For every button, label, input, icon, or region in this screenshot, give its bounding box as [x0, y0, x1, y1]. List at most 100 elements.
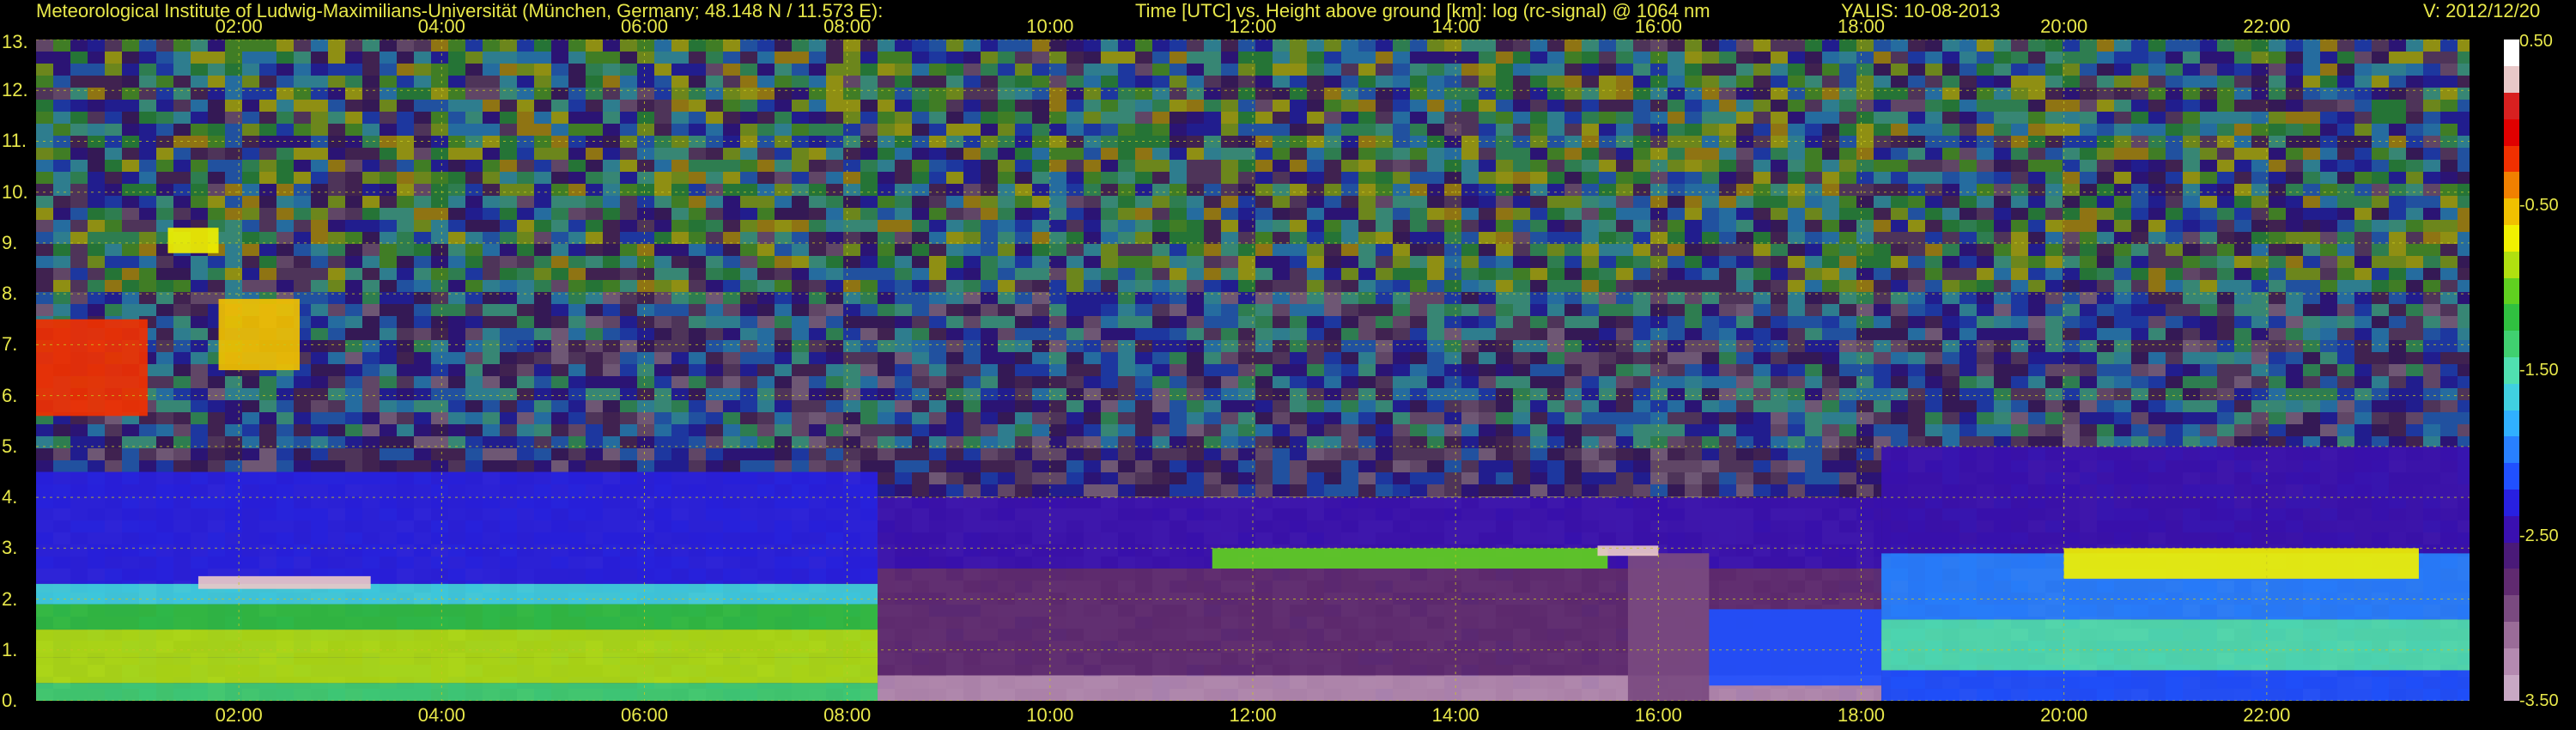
noise-cell — [981, 160, 998, 172]
noise-cell — [1273, 100, 1290, 112]
noise-cell — [122, 460, 139, 472]
noise-cell — [568, 184, 586, 196]
noise-cell — [1255, 76, 1273, 88]
noise-cell — [242, 160, 259, 172]
noise-cell — [1341, 40, 1358, 52]
noise-cell — [122, 40, 139, 52]
noise-cell — [1393, 124, 1410, 136]
noise-cell — [843, 124, 860, 136]
noise-cell — [53, 232, 70, 244]
noise-cell — [1496, 424, 1513, 436]
noise-cell — [70, 52, 88, 64]
noise-cell — [843, 244, 860, 256]
noise-cell — [1324, 256, 1341, 268]
noise-cell — [70, 148, 88, 160]
noise-cell — [1084, 484, 1101, 496]
noise-cell — [895, 484, 912, 496]
noise-cell — [757, 76, 775, 88]
noise-cell — [1255, 136, 1273, 148]
noise-cell — [1479, 232, 1496, 244]
noise-cell — [1582, 220, 1599, 232]
noise-cell — [345, 100, 362, 112]
noise-cell — [1358, 52, 1376, 64]
noise-cell — [483, 100, 500, 112]
noise-cell — [1084, 424, 1101, 436]
noise-cell — [1307, 472, 1324, 484]
noise-cell — [1290, 460, 1307, 472]
noise-cell — [1101, 52, 1118, 64]
noise-cell — [448, 88, 465, 100]
noise-cell — [500, 148, 517, 160]
noise-cell — [860, 328, 878, 340]
noise-cell — [259, 256, 276, 268]
noise-cell — [1341, 160, 1358, 172]
noise-cell — [551, 112, 568, 124]
noise-cell — [1410, 256, 1427, 268]
noise-cell — [1547, 472, 1564, 484]
noise-cell — [1049, 256, 1066, 268]
noise-cell — [809, 376, 826, 388]
noise-cell — [895, 196, 912, 208]
noise-cell — [895, 280, 912, 292]
noise-cell — [517, 424, 534, 436]
noise-cell — [998, 388, 1015, 400]
noise-cell — [878, 352, 895, 364]
noise-cell — [723, 124, 740, 136]
noise-cell — [139, 196, 156, 208]
noise-cell — [53, 76, 70, 88]
noise-cell — [1461, 280, 1479, 292]
noise-cell — [1118, 244, 1135, 256]
noise-cell — [362, 436, 380, 448]
noise-cell — [70, 40, 88, 52]
noise-cell — [483, 148, 500, 160]
noise-cell — [551, 40, 568, 52]
noise-cell — [139, 448, 156, 460]
noise-cell — [929, 172, 946, 184]
noise-cell — [981, 268, 998, 280]
noise-cell — [465, 196, 483, 208]
noise-cell — [1479, 256, 1496, 268]
noise-cell — [1170, 160, 1187, 172]
noise-cell — [878, 184, 895, 196]
noise-cell — [500, 340, 517, 352]
noise-cell — [1307, 268, 1324, 280]
noise-cell — [191, 400, 208, 412]
noise-cell — [1496, 100, 1513, 112]
noise-cell — [1376, 136, 1393, 148]
noise-cell — [706, 148, 723, 160]
noise-cell — [551, 64, 568, 76]
noise-cell — [1547, 388, 1564, 400]
noise-cell — [362, 280, 380, 292]
noise-cell — [517, 412, 534, 424]
noise-cell — [757, 460, 775, 472]
noise-cell — [380, 208, 397, 220]
noise-cell — [1479, 268, 1496, 280]
noise-cell — [843, 352, 860, 364]
noise-cell — [603, 232, 620, 244]
noise-cell — [517, 400, 534, 412]
noise-cell — [208, 388, 225, 400]
noise-cell — [1273, 172, 1290, 184]
noise-cell — [1187, 424, 1204, 436]
noise-cell — [981, 400, 998, 412]
noise-cell — [1255, 376, 1273, 388]
noise-cell — [414, 412, 431, 424]
noise-cell — [603, 460, 620, 472]
noise-cell — [156, 280, 173, 292]
noise-cell — [1444, 124, 1461, 136]
noise-cell — [362, 88, 380, 100]
noise-cell — [809, 52, 826, 64]
noise-cell — [568, 208, 586, 220]
noise-cell — [706, 340, 723, 352]
noise-cell — [88, 40, 105, 52]
noise-cell — [311, 424, 328, 436]
noise-cell — [1015, 208, 1032, 220]
noise-cell — [912, 88, 929, 100]
noise-cell — [448, 412, 465, 424]
noise-cell — [1324, 460, 1341, 472]
noise-cell — [1410, 112, 1427, 124]
noise-cell — [311, 148, 328, 160]
noise-cell — [586, 400, 603, 412]
noise-cell — [1513, 64, 1530, 76]
noise-cell — [723, 460, 740, 472]
